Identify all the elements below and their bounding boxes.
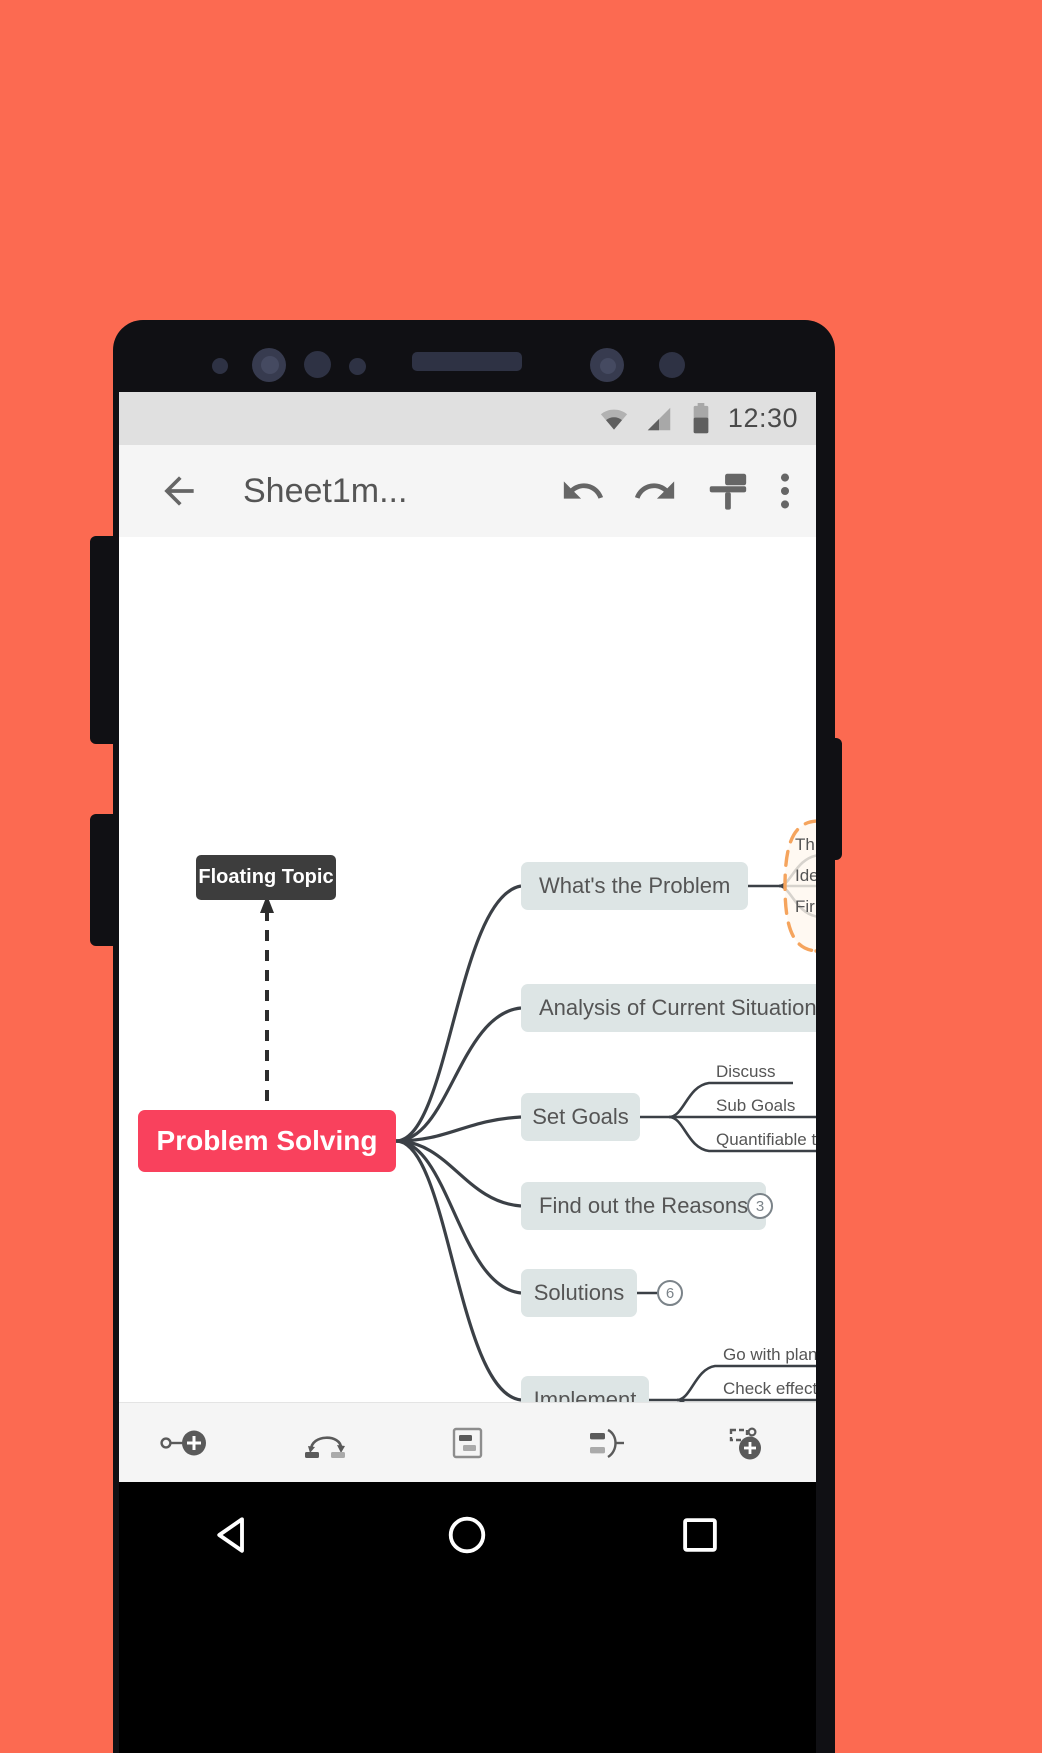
battery-icon <box>693 402 709 433</box>
mindmap-connectors <box>259 819 816 1402</box>
add-relationship-icon[interactable] <box>299 1418 357 1468</box>
branch-badge-find-out-the-reasons[interactable]: 3 <box>747 1193 773 1219</box>
subtopic-whats-the-problem-1[interactable]: Th <box>795 835 815 855</box>
subtopic-set-goals-3[interactable]: Quantifiable targe <box>716 1130 816 1150</box>
app-bar-actions <box>560 468 794 514</box>
branch-node-solutions[interactable]: Solutions <box>521 1269 637 1317</box>
earpiece-speaker <box>412 352 522 371</box>
sensor-dot-4 <box>349 358 366 375</box>
central-topic-node[interactable]: Problem Solving <box>138 1110 396 1172</box>
wifi-icon <box>600 409 628 430</box>
volume-down-button[interactable] <box>90 814 116 946</box>
sensor-dot-1 <box>212 358 228 374</box>
document-title[interactable]: Sheet1m... <box>243 472 407 511</box>
sensor-dot-2 <box>261 356 279 374</box>
branch-node-implement[interactable]: Implement <box>521 1376 649 1402</box>
status-bar-time: 12:30 <box>727 403 798 433</box>
add-floating-topic-icon[interactable] <box>717 1418 775 1468</box>
sensor-dot-6 <box>600 358 616 374</box>
branch-node-find-out-the-reasons[interactable]: Find out the Reasons <box>521 1182 767 1230</box>
status-bar: 12:30 <box>119 392 816 445</box>
subtopic-whats-the-problem-3[interactable]: Fir <box>795 897 815 917</box>
volume-up-button[interactable] <box>90 536 116 744</box>
sensor-dot-3 <box>304 351 331 378</box>
nav-recents-button[interactable] <box>679 1514 721 1556</box>
floating-topic-node[interactable]: Floating Topic <box>196 855 336 900</box>
nav-back-button[interactable] <box>214 1514 256 1556</box>
subtopic-set-goals-2[interactable]: Sub Goals <box>716 1096 795 1116</box>
subtopic-set-goals-1[interactable]: Discuss <box>716 1062 776 1082</box>
subtopic-implement-2[interactable]: Check effect of <box>723 1379 816 1399</box>
mindmap-canvas[interactable]: Floating Topic Problem Solving What's th… <box>119 537 816 1402</box>
phone-screen: 12:30 Sheet1m... Floating Topic Problem … <box>119 392 816 1482</box>
app-bar: Sheet1m... <box>119 445 816 537</box>
nav-home-button[interactable] <box>446 1514 488 1556</box>
overflow-menu-icon[interactable] <box>776 468 794 514</box>
bottom-toolbar <box>119 1402 816 1482</box>
branch-badge-solutions[interactable]: 6 <box>657 1280 683 1306</box>
undo-icon[interactable] <box>560 468 606 514</box>
branch-node-analysis-of-current-situation[interactable]: Analysis of Current Situation <box>521 984 816 1032</box>
subtopic-whats-the-problem-2[interactable]: Ide <box>795 866 816 886</box>
redo-icon[interactable] <box>632 468 678 514</box>
sensor-dot-7 <box>659 352 685 378</box>
format-painter-icon[interactable] <box>704 468 750 514</box>
android-navigation-bar <box>119 1482 816 1753</box>
cellular-signal-icon <box>647 407 671 430</box>
subtopic-implement-1[interactable]: Go with plans <box>723 1345 816 1365</box>
add-boundary-icon[interactable] <box>438 1418 496 1468</box>
power-button[interactable] <box>822 738 842 860</box>
back-arrow-icon[interactable] <box>157 469 201 513</box>
branch-node-whats-the-problem[interactable]: What's the Problem <box>521 862 749 910</box>
add-summary-icon[interactable] <box>578 1418 636 1468</box>
branch-node-set-goals[interactable]: Set Goals <box>521 1093 640 1141</box>
add-subtopic-icon[interactable] <box>160 1418 218 1468</box>
